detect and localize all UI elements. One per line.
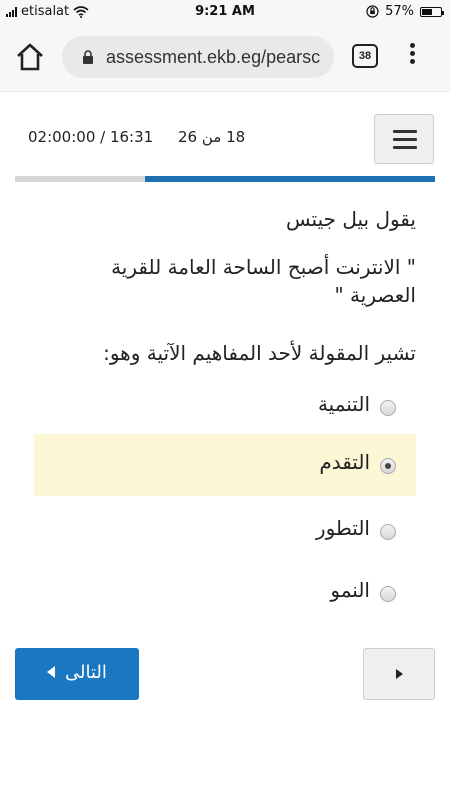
answer-option-label: التقدم [319,450,370,474]
answer-option-selected[interactable]: التقدم [34,434,416,496]
arrow-right-icon [396,669,403,679]
status-bar: etisalat 9:21 AM 57% [0,0,450,22]
answer-option-label: التطور [315,516,370,540]
question-intro: يقول بيل جيتس [286,207,416,231]
answer-option-label: التنمية [317,392,370,416]
radio-button[interactable] [380,586,396,602]
answer-option[interactable]: التطور [34,500,416,562]
next-button-label: التالى [65,662,107,683]
timer: 02:00:00 / 16:31 [28,128,154,146]
question-prompt: تشير المقولة لأحد المفاهيم الآتية وهو: [103,341,416,365]
battery-icon [420,6,444,17]
tab-count: 38 [358,50,372,62]
home-button[interactable] [14,42,46,72]
answer-option-label: النمو [330,578,370,602]
radio-button[interactable] [380,524,396,540]
question-quote-line2: العصرية " [334,283,416,307]
menu-button[interactable] [374,114,434,164]
next-button[interactable]: التالى [15,648,139,700]
url-text: assessment.ekb.eg/pearsc [106,47,321,67]
home-icon [17,43,43,71]
more-vert-icon[interactable] [408,43,416,71]
arrow-left-icon [47,666,55,678]
browser-toolbar: assessment.ekb.eg/pearsc 38 [0,22,450,92]
battery-area: 57% [366,4,444,19]
battery-percent: 57% [385,4,414,19]
progress-bar [15,176,435,182]
question-quote-line1: " الانترنت أصبح الساحة العامة للقرية [111,255,416,279]
lock-icon [83,50,93,64]
previous-button[interactable] [363,648,435,700]
radio-button[interactable] [380,400,396,416]
page-count: 18 من 26 [178,128,246,146]
tabs-button[interactable]: 38 [352,44,378,68]
progress-bar-fill [145,176,435,182]
radio-button-checked[interactable] [380,458,396,474]
rotation-lock-icon [366,5,379,18]
address-bar[interactable]: assessment.ekb.eg/pearsc [62,36,334,78]
answer-option[interactable]: التنمية [34,376,416,438]
answer-option[interactable]: النمو [34,562,416,624]
